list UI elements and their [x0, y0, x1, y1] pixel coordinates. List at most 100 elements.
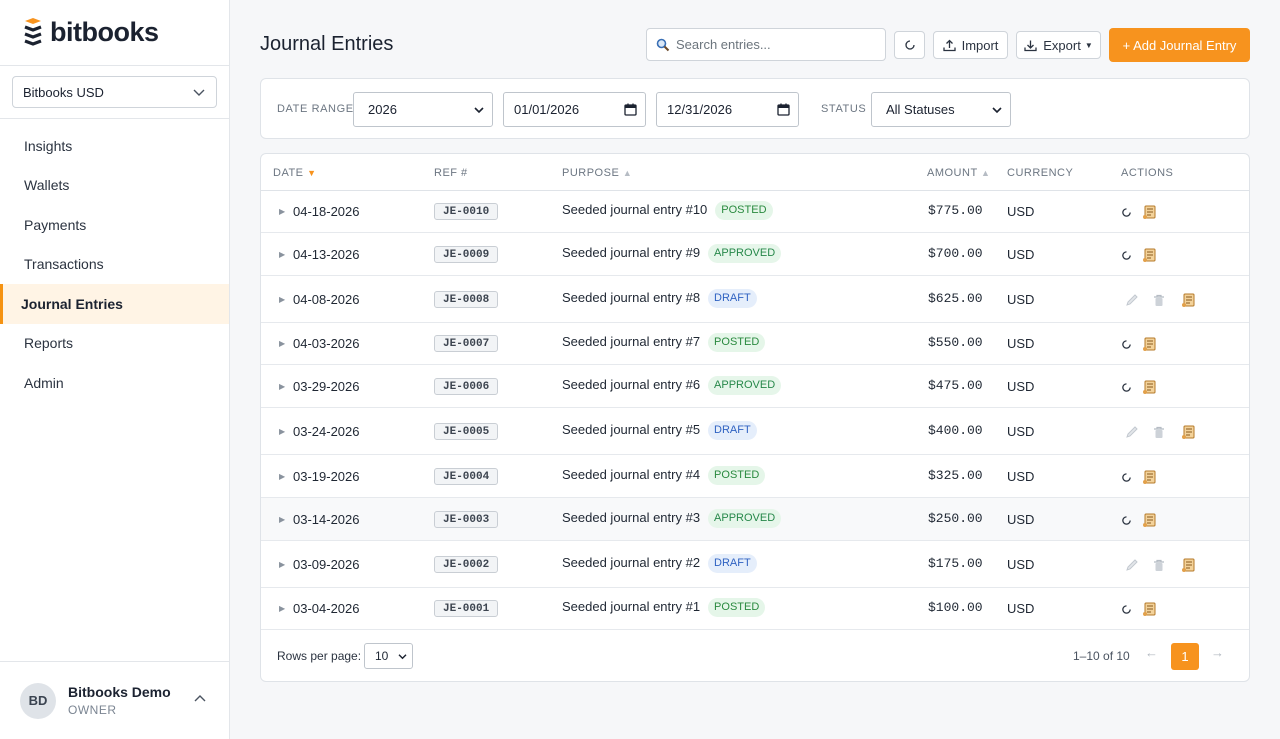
table-row[interactable]: ▶ 04-13-2026 JE-0009 Seeded journal entry #… [261, 233, 1249, 276]
prev-page-button[interactable]: ← [1145, 645, 1158, 660]
column-header-date[interactable]: DATE ▼ [273, 167, 317, 179]
scroll-icon[interactable] [1142, 379, 1158, 395]
status-badge: DRAFT [708, 421, 757, 440]
table-row[interactable]: ▶ 03-29-2026 JE-0006 Seeded journal entry #… [261, 365, 1249, 408]
expand-row-icon[interactable]: ▶ [279, 427, 285, 436]
purpose-text: Seeded journal entry #7 [562, 333, 701, 349]
table-row[interactable]: ▶ 04-08-2026 JE-0008 Seeded journal entry #… [261, 276, 1249, 323]
expand-row-icon[interactable]: ▶ [279, 295, 285, 304]
reverse-icon[interactable] [1121, 207, 1132, 218]
end-date-input[interactable]: 12/31/2026 [656, 92, 799, 127]
reverse-icon[interactable] [1121, 339, 1132, 350]
status-badge: APPROVED [708, 376, 782, 395]
export-button[interactable]: Export ▼ [1016, 31, 1101, 59]
rows-per-page-select[interactable]: 10 [364, 643, 413, 669]
status-badge: POSTED [708, 333, 766, 352]
scroll-icon[interactable] [1142, 204, 1158, 220]
cell-date: 03-19-2026 [293, 469, 360, 484]
purpose-text: Seeded journal entry #10 [562, 201, 708, 217]
cell-currency: USD [1007, 512, 1035, 527]
scroll-icon[interactable] [1142, 601, 1158, 617]
page-1-button[interactable]: 1 [1171, 643, 1199, 670]
cell-date: 03-09-2026 [293, 557, 360, 572]
expand-row-icon[interactable]: ▶ [279, 207, 285, 216]
table-row[interactable]: ▶ 03-14-2026 JE-0003 Seeded journal entry #… [261, 498, 1249, 541]
expand-row-icon[interactable]: ▶ [279, 515, 285, 524]
expand-row-icon[interactable]: ▶ [279, 604, 285, 613]
sort-desc-icon: ▼ [307, 168, 317, 178]
expand-row-icon[interactable]: ▶ [279, 250, 285, 259]
status-select[interactable]: All Statuses [871, 92, 1011, 127]
expand-row-icon[interactable]: ▶ [279, 560, 285, 569]
scroll-icon[interactable] [1142, 512, 1158, 528]
reverse-icon[interactable] [1121, 604, 1132, 615]
trash-icon[interactable] [1153, 294, 1165, 307]
table-row[interactable]: ▶ 03-19-2026 JE-0004 Seeded journal entry #… [261, 455, 1249, 498]
add-journal-entry-button[interactable]: + Add Journal Entry [1109, 28, 1250, 62]
column-header-currency[interactable]: CURRENCY [1007, 167, 1073, 179]
column-header-amount[interactable]: AMOUNT ▲ [927, 167, 990, 179]
sidebar-item-transactions[interactable]: Transactions [0, 245, 229, 285]
cell-date: 03-14-2026 [293, 512, 360, 527]
scroll-icon[interactable] [1181, 424, 1197, 440]
table-row[interactable]: ▶ 03-24-2026 JE-0005 Seeded journal entry #… [261, 408, 1249, 455]
table-row[interactable]: ▶ 04-18-2026 JE-0010 Seeded journal entry #… [261, 191, 1249, 233]
import-button[interactable]: Import [933, 31, 1008, 59]
sidebar-item-insights[interactable]: Insights [0, 126, 229, 166]
year-select[interactable]: 2026 [353, 92, 493, 127]
expand-row-icon[interactable]: ▶ [279, 339, 285, 348]
search-box[interactable] [646, 28, 886, 61]
edit-icon[interactable] [1125, 425, 1139, 439]
logo[interactable]: bitbooks [0, 0, 229, 66]
bitbooks-logo-icon [24, 17, 42, 46]
cell-currency: USD [1007, 204, 1035, 219]
brand-name: bitbooks [50, 17, 159, 47]
upload-icon [942, 39, 956, 51]
table-row[interactable]: ▶ 03-09-2026 JE-0002 Seeded journal entry #… [261, 541, 1249, 588]
user-menu[interactable]: BD Bitbooks Demo OWNER [0, 661, 229, 739]
user-name: Bitbooks Demo [68, 684, 171, 700]
status-label: STATUS [821, 103, 867, 115]
edit-icon[interactable] [1125, 558, 1139, 572]
calendar-icon [777, 103, 790, 116]
cell-amount: $775.00 [928, 203, 983, 218]
org-selector[interactable]: Bitbooks USD [12, 76, 217, 108]
expand-row-icon[interactable]: ▶ [279, 472, 285, 481]
cell-ref: JE-0008 [434, 291, 499, 308]
sidebar-item-reports[interactable]: Reports [0, 324, 229, 364]
sidebar-item-wallets[interactable]: Wallets [0, 166, 229, 206]
next-page-button[interactable]: → [1211, 645, 1224, 660]
scroll-icon[interactable] [1142, 469, 1158, 485]
edit-icon[interactable] [1125, 293, 1139, 307]
column-header-ref[interactable]: REF # [434, 167, 468, 179]
scroll-icon[interactable] [1181, 292, 1197, 308]
chevron-up-icon[interactable] [193, 692, 207, 706]
cell-currency: USD [1007, 469, 1035, 484]
caret-down-icon: ▼ [1084, 40, 1093, 50]
reverse-icon[interactable] [1121, 250, 1132, 261]
start-date-input[interactable]: 01/01/2026 [503, 92, 646, 127]
table-row[interactable]: ▶ 04-03-2026 JE-0007 Seeded journal entry #… [261, 323, 1249, 365]
reverse-icon[interactable] [1121, 382, 1132, 393]
table-row[interactable]: ▶ 03-04-2026 JE-0001 Seeded journal entry #… [261, 588, 1249, 630]
trash-icon[interactable] [1153, 559, 1165, 572]
column-header-purpose[interactable]: PURPOSE ▲ [562, 167, 632, 179]
sort-asc-icon: ▲ [981, 168, 991, 178]
scroll-icon[interactable] [1181, 557, 1197, 573]
sidebar-item-admin[interactable]: Admin [0, 363, 229, 403]
search-input[interactable] [676, 37, 876, 52]
cell-ref: JE-0002 [434, 556, 499, 573]
scroll-icon[interactable] [1142, 336, 1158, 352]
reverse-icon[interactable] [1121, 515, 1132, 526]
reverse-icon[interactable] [1121, 472, 1132, 483]
scroll-icon[interactable] [1142, 247, 1158, 263]
sidebar-item-payments[interactable]: Payments [0, 205, 229, 245]
trash-icon[interactable] [1153, 426, 1165, 439]
refresh-button[interactable] [894, 31, 925, 59]
cell-date: 03-29-2026 [293, 379, 360, 394]
expand-row-icon[interactable]: ▶ [279, 382, 285, 391]
sidebar-item-journal-entries[interactable]: Journal Entries [0, 284, 229, 324]
rows-per-page-label: Rows per page: [277, 649, 362, 663]
user-role: OWNER [68, 703, 117, 717]
sidebar-nav: Insights Wallets Payments Transactions J… [0, 119, 229, 403]
